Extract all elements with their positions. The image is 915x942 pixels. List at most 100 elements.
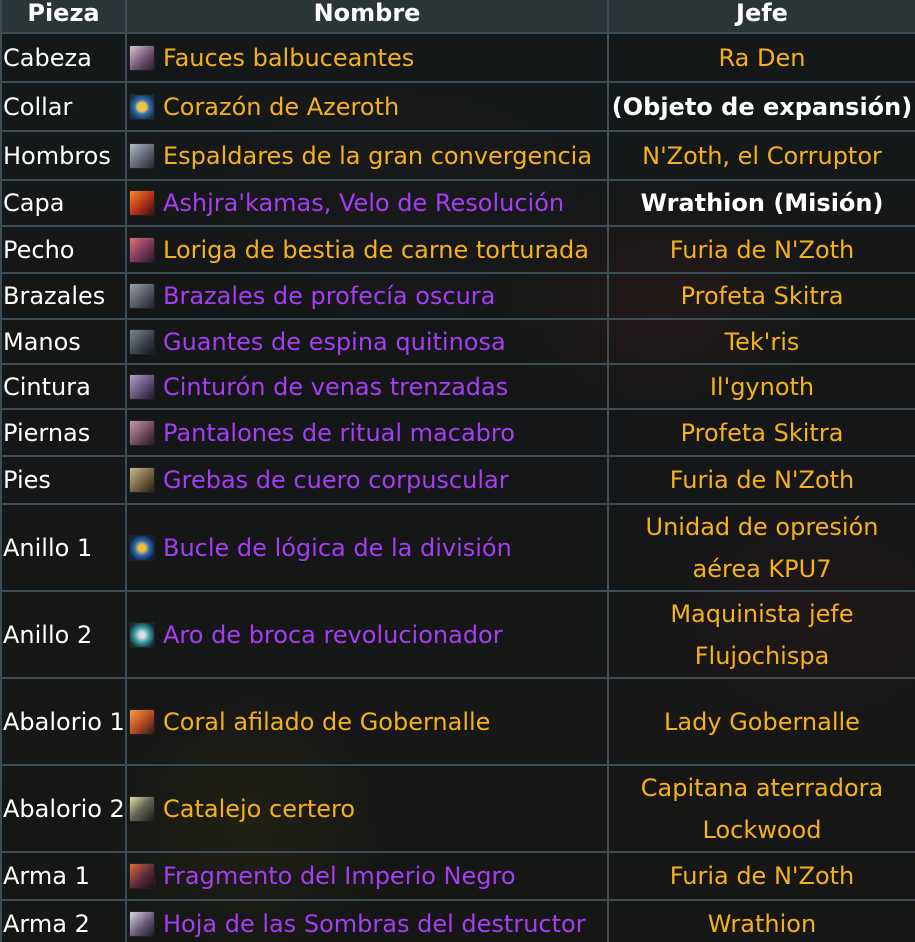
boss-cell[interactable]: Capitana aterradora Lockwood (607, 764, 915, 853)
item-cell: Brazales de profecía oscura (125, 272, 609, 320)
slot-cell: Manos (0, 318, 127, 365)
item-cell: Loriga de bestia de carne torturada (125, 225, 609, 274)
item-link[interactable]: Coral afilado de Gobernalle (163, 708, 490, 736)
blade-icon (129, 910, 155, 937)
slot-cell: Cintura (0, 363, 127, 410)
item-link[interactable]: Fauces balbuceantes (163, 44, 414, 72)
table-row: Cabeza Fauces balbuceantes Ra Den (0, 32, 915, 83)
item-cell: Grebas de cuero corpuscular (125, 455, 609, 505)
table-row: Abalorio 2 Catalejo certero Capitana aterr… (0, 764, 915, 853)
item-link[interactable]: Brazales de profecía oscura (163, 282, 495, 310)
header-row: Pieza Nombre Jefe (0, 0, 915, 34)
item-cell: Coral afilado de Gobernalle (125, 677, 609, 766)
table-row: Brazales Brazales de profecía oscura Profe… (0, 272, 915, 320)
ring-icon (129, 621, 155, 648)
slot-cell: Pecho (0, 225, 127, 274)
boots-icon (129, 467, 155, 493)
gloves-icon (129, 328, 155, 355)
table-row: Manos Guantes de espina quitinosa Tek'ris (0, 318, 915, 365)
slot-cell: Arma 1 (0, 851, 127, 901)
boss-cell[interactable]: Wrathion (607, 899, 915, 942)
item-cell: Fauces balbuceantes (125, 32, 609, 83)
boss-cell[interactable]: Ra Den (607, 32, 915, 83)
boss-cell[interactable]: Furia de N'Zoth (607, 225, 915, 274)
belt-icon (129, 373, 155, 400)
boss-cell[interactable]: Maquinista jefe Flujochispa (607, 590, 915, 679)
boss-cell[interactable]: Furia de N'Zoth (607, 455, 915, 505)
item-link[interactable]: Espaldares de la gran convergencia (163, 142, 592, 170)
slot-cell: Collar (0, 81, 127, 132)
item-cell: Aro de broca revolucionador (125, 590, 609, 679)
boss-cell[interactable]: N'Zoth, el Corruptor (607, 130, 915, 181)
item-cell: Espaldares de la gran convergencia (125, 130, 609, 181)
item-cell: Corazón de Azeroth (125, 81, 609, 132)
item-link[interactable]: Catalejo certero (163, 795, 355, 823)
item-cell: Ashjra'kamas, Velo de Resolución (125, 179, 609, 227)
slot-cell: Pies (0, 455, 127, 505)
item-cell: Guantes de espina quitinosa (125, 318, 609, 365)
boss-cell[interactable]: Profeta Skitra (607, 408, 915, 457)
table-row: Pecho Loriga de bestia de carne torturada… (0, 225, 915, 274)
boss-cell[interactable]: Furia de N'Zoth (607, 851, 915, 901)
item-cell: Cinturón de venas trenzadas (125, 363, 609, 410)
ring-icon (129, 534, 155, 561)
boss-cell[interactable]: Profeta Skitra (607, 272, 915, 320)
table-row: Anillo 2 Aro de broca revolucionador Maqui… (0, 590, 915, 679)
dagger-icon (129, 863, 155, 889)
table-row: Hombros Espaldares de la gran convergenci… (0, 130, 915, 181)
boss-cell[interactable]: Tek'ris (607, 318, 915, 365)
table-row: Abalorio 1 Coral afilado de Gobernalle Lad… (0, 677, 915, 766)
table-row: Arma 1 Fragmento del Imperio Negro Furia d… (0, 851, 915, 901)
table-row: Collar Corazón de Azeroth (Objeto de expan… (0, 81, 915, 132)
table-row: Cintura Cinturón de venas trenzadas Il'gyn… (0, 363, 915, 410)
item-link[interactable]: Cinturón de venas trenzadas (163, 373, 508, 401)
shoulder-icon (129, 142, 155, 169)
gear-table: Pieza Nombre Jefe Cabeza Fauces balbucean… (0, 0, 915, 942)
coral-trinket-icon (129, 708, 155, 735)
table-row: Pies Grebas de cuero corpuscular Furia de … (0, 455, 915, 505)
item-link[interactable]: Hoja de las Sombras del destructor (163, 910, 586, 938)
spyglass-trinket-icon (129, 795, 155, 822)
item-cell: Pantalones de ritual macabro (125, 408, 609, 457)
boss-cell[interactable]: Unidad de opresión aérea KPU7 (607, 503, 915, 592)
item-link[interactable]: Aro de broca revolucionador (163, 621, 503, 649)
item-link[interactable]: Guantes de espina quitinosa (163, 328, 506, 356)
bracers-icon (129, 283, 155, 309)
item-cell: Fragmento del Imperio Negro (125, 851, 609, 901)
item-link[interactable]: Pantalones de ritual macabro (163, 419, 515, 447)
boss-cell[interactable]: Lady Gobernalle (607, 677, 915, 766)
heart-of-azeroth-icon (129, 93, 155, 120)
slot-cell: Arma 2 (0, 899, 127, 942)
slot-cell: Brazales (0, 272, 127, 320)
table-row: Anillo 1 Bucle de lógica de la división Un… (0, 503, 915, 592)
item-link[interactable]: Fragmento del Imperio Negro (163, 862, 516, 890)
slot-cell: Abalorio 1 (0, 677, 127, 766)
slot-cell: Capa (0, 179, 127, 227)
item-link[interactable]: Grebas de cuero corpuscular (163, 466, 509, 494)
table-row: Arma 2 Hoja de las Sombras del destructor… (0, 899, 915, 942)
maw-helm-icon (129, 44, 155, 71)
item-link[interactable]: Ashjra'kamas, Velo de Resolución (163, 189, 564, 217)
boss-cell: (Objeto de expansión) (607, 81, 915, 132)
page-background: Pieza Nombre Jefe Cabeza Fauces balbucean… (0, 0, 915, 942)
header-pieza: Pieza (0, 0, 127, 34)
table-row: Capa Ashjra'kamas, Velo de Resolución Wrat… (0, 179, 915, 227)
slot-cell: Cabeza (0, 32, 127, 83)
item-link[interactable]: Corazón de Azeroth (163, 93, 399, 121)
slot-cell: Piernas (0, 408, 127, 457)
cloak-icon (129, 190, 155, 216)
item-link[interactable]: Loriga de bestia de carne torturada (163, 236, 589, 264)
slot-cell: Hombros (0, 130, 127, 181)
item-link[interactable]: Bucle de lógica de la división (163, 534, 512, 562)
header-jefe: Jefe (607, 0, 915, 34)
item-cell: Hoja de las Sombras del destructor (125, 899, 609, 942)
chest-icon (129, 236, 155, 263)
slot-cell: Abalorio 2 (0, 764, 127, 853)
boss-cell: Wrathion (Misión) (607, 179, 915, 227)
legs-icon (129, 419, 155, 446)
slot-cell: Anillo 2 (0, 590, 127, 679)
header-nombre: Nombre (125, 0, 609, 34)
table-row: Piernas Pantalones de ritual macabro Profe… (0, 408, 915, 457)
boss-cell[interactable]: Il'gynoth (607, 363, 915, 410)
item-cell: Bucle de lógica de la división (125, 503, 609, 592)
